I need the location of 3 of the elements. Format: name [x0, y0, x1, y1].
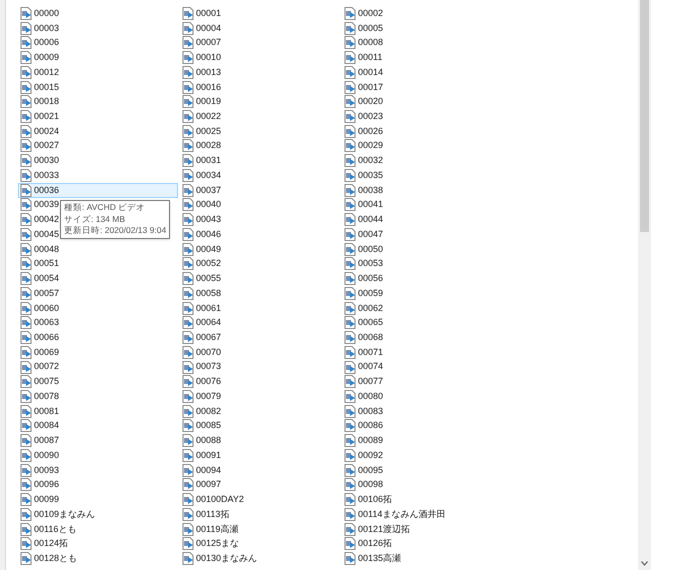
tooltip-line: サイズ: 134 MB: [64, 214, 126, 225]
tooltip-line: 更新日時: 2020/02/13 9:04: [64, 225, 166, 236]
tooltip-line: 種類: AVCHD ビデオ: [64, 202, 146, 214]
